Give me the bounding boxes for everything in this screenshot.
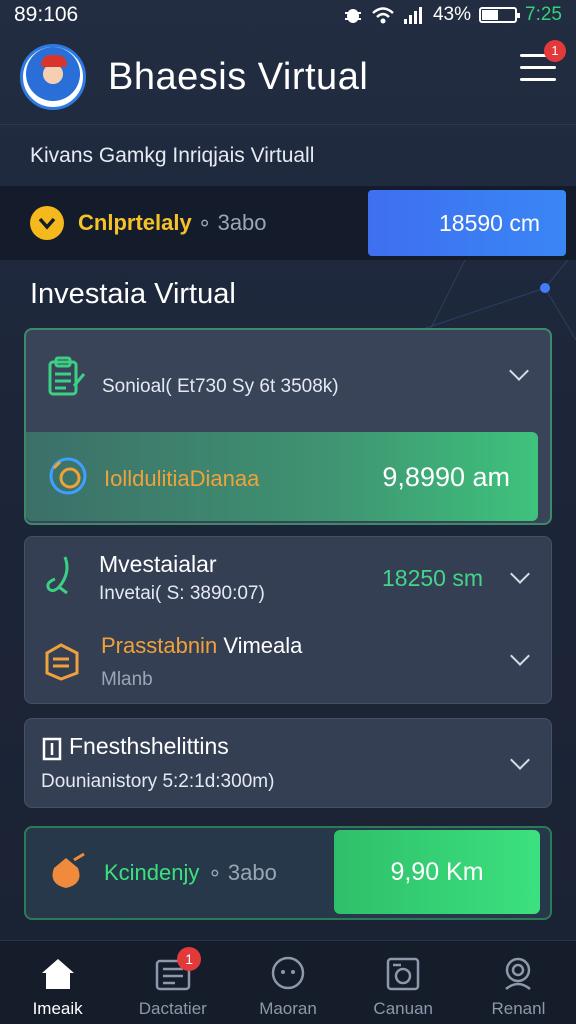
nav-label: Maoran <box>259 999 317 1018</box>
home-icon <box>41 959 74 989</box>
balance-sub-label: ∘ 3abo <box>197 210 267 235</box>
nav-item-documents[interactable]: Dactatier 1 <box>115 941 230 1024</box>
nav-item-camera[interactable]: Canuan <box>346 941 461 1024</box>
card3-title: Fnesthshelittins <box>69 733 229 759</box>
bug-icon <box>344 9 361 23</box>
clipboard-icon <box>48 356 86 396</box>
status-clock-right: 7:25 <box>525 4 562 25</box>
card2-row2-title-highlight: Prasstabnin <box>101 633 218 658</box>
card2-row1-title: Mvestaialar <box>99 551 217 577</box>
card4-amount-button[interactable]: 9,90 Km <box>334 830 540 914</box>
nav-item-home[interactable]: Imeaik <box>0 941 115 1024</box>
nav-label: Renanl <box>491 999 546 1018</box>
menu-line <box>520 66 556 69</box>
wifi-icon <box>372 7 394 24</box>
nav-label: Imeaik <box>32 999 83 1018</box>
card2-row2-title-rest: Vimeala <box>223 633 303 658</box>
card2-row-2[interactable]: Prasstabnin Vimeala Mlanb <box>25 621 551 705</box>
refresh-coin-icon <box>49 457 87 495</box>
battery-percent: 43% <box>432 4 472 25</box>
status-bar: 89:106 43% 7:25 <box>0 0 576 30</box>
card1-highlight-row[interactable]: IolldulitiaDianaa 9,8990 am <box>26 432 538 521</box>
card2-row2-sub: Mlanb <box>101 669 153 690</box>
nav-notification-badge: 1 <box>177 947 202 971</box>
coin-icon <box>30 206 64 240</box>
money-bag-icon <box>52 852 85 888</box>
menu-line <box>520 78 556 81</box>
package-icon <box>45 643 79 681</box>
card1-row1-text: Sonioal( Et730 Sy 6t 3508k) <box>102 376 339 397</box>
card2-row1-sub: Invetai( S: 3890:07) <box>99 583 265 604</box>
chevron-down-icon[interactable] <box>510 750 530 770</box>
profile-icon <box>505 957 532 990</box>
card1-row-1[interactable]: Sonioal( Et730 Sy 6t 3508k) <box>26 330 550 430</box>
investment-card-3[interactable]: Fnesthshelittins Dounianistory 5:2:1d:30… <box>24 718 552 808</box>
balance-amount-button[interactable]: 18590 cm <box>368 190 566 256</box>
nav-item-profile[interactable]: Renanl <box>461 941 576 1024</box>
status-time: 89:106 <box>14 3 79 26</box>
card2-row-1[interactable]: Mvestaialar Invetai( S: 3890:07) 18250 s… <box>25 537 551 621</box>
chevron-down-icon[interactable] <box>510 564 530 584</box>
card1-row2-value: 9,8990 am <box>382 462 510 492</box>
app-title: Bhaesis Virtual <box>108 55 369 98</box>
battery-icon <box>479 7 521 23</box>
card4-sub-label: ∘ 3abo <box>208 860 277 885</box>
balance-bar: Cnlprtelaly ∘ 3abo 18590 cm <box>0 186 576 260</box>
investment-card-1: Sonioal( Et730 Sy 6t 3508k) IolldulitiaD… <box>24 328 552 525</box>
camera-icon <box>386 957 420 991</box>
card2-row1-value: 18250 sm <box>381 565 483 591</box>
chevron-down-icon[interactable] <box>509 361 529 381</box>
app-header: Bhaesis Virtual 1 <box>0 30 576 125</box>
signal-icon <box>403 7 422 24</box>
card2-row2-title: Prasstabnin Vimeala <box>101 633 302 659</box>
nav-label: Canuan <box>373 999 433 1018</box>
avatar[interactable] <box>20 44 86 110</box>
card1-row2-label: IolldulitiaDianaa <box>104 466 260 491</box>
card3-sub: Dounianistory 5:2:1d:300m) <box>41 771 275 792</box>
nav-item-messages[interactable]: Maoran <box>230 941 345 1024</box>
nav-label: Dactatier <box>138 999 207 1018</box>
section-title: Investaia Virtual <box>30 278 236 310</box>
document-box-icon <box>42 737 62 761</box>
chevron-down-icon[interactable] <box>510 646 530 666</box>
investment-card-2: Mvestaialar Invetai( S: 3890:07) 18250 s… <box>24 536 552 704</box>
page-subtitle: Kivans Gamkg Inriqjais Virtuall <box>30 144 315 167</box>
status-icons: 43% 7:25 <box>343 4 562 26</box>
notification-badge: 1 <box>544 40 566 62</box>
card4-label: Kcindenjy <box>104 860 200 885</box>
leaf-icon <box>46 556 69 595</box>
investment-card-4: Kcindenjy ∘ 3abo 9,90 Km <box>24 826 552 920</box>
balance-label: Cnlprtelaly <box>78 210 192 235</box>
chat-icon <box>271 956 305 990</box>
app-screen: 89:106 43% 7:25 Bhaesis Virtual 1 Kivans… <box>0 0 576 1024</box>
menu-button[interactable]: 1 <box>520 40 566 86</box>
bottom-nav: Imeaik Dactatier 1 Maoran Canuan Renanl <box>0 940 576 1024</box>
